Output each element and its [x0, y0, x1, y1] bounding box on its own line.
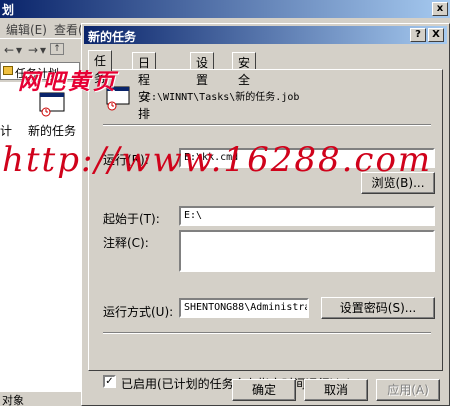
dialog-title: 新的任务	[88, 30, 137, 44]
set-password-button[interactable]: 设置密码(S)...	[321, 297, 435, 319]
task-file-path: C:\WINNT\Tasks\新的任务.job	[145, 92, 300, 103]
up-folder-icon[interactable]: ↑	[50, 43, 64, 55]
comment-label: 注释(C):	[103, 236, 149, 250]
status-text: 对象	[2, 394, 24, 406]
ok-button[interactable]: 确定	[232, 379, 296, 401]
dropdown-icon[interactable]: ▾	[16, 43, 22, 57]
run-as-label: 运行方式(U):	[103, 305, 174, 319]
task-properties-dialog: 新的任务 ? X 任务 日程安排 设置 安全 C:\WINNT\Tasks\新的…	[81, 23, 450, 406]
enabled-checkbox[interactable]: ✓	[103, 375, 116, 388]
start-in-input[interactable]: E:\	[179, 206, 435, 226]
list-item-left-label[interactable]: 计	[0, 122, 12, 139]
task-tab-panel: C:\WINNT\Tasks\新的任务.job 运行(R): E:\kk.cmd…	[88, 69, 443, 391]
cancel-button[interactable]: 取消	[304, 379, 368, 401]
tab-schedule[interactable]: 日程安排	[132, 52, 157, 121]
background-title-bar[interactable]: 划 x	[0, 0, 450, 18]
background-title: 划	[2, 3, 15, 17]
dialog-title-bar[interactable]: 新的任务 ? X	[84, 26, 447, 44]
comment-textarea[interactable]	[179, 230, 435, 272]
divider	[103, 124, 431, 126]
start-in-label: 起始于(T):	[103, 212, 160, 226]
watermark-url: http://www.16288.com	[2, 140, 433, 180]
apply-button[interactable]: 应用(A)	[376, 379, 440, 401]
folder-icon	[3, 66, 13, 75]
tab-security[interactable]: 安全	[232, 52, 257, 87]
background-close-icon[interactable]: x	[432, 2, 448, 16]
watermark-logo: 网吧黄页	[18, 70, 119, 95]
list-item-label[interactable]: 新的任务	[28, 122, 76, 139]
close-icon[interactable]: X	[428, 28, 444, 42]
forward-arrow-icon[interactable]: →	[28, 43, 38, 57]
menu-edit[interactable]: 编辑(E)	[6, 21, 47, 38]
divider-2	[103, 332, 431, 334]
help-icon[interactable]: ?	[410, 28, 426, 42]
tab-settings[interactable]: 设置	[190, 52, 215, 87]
dropdown-icon-2[interactable]: ▾	[40, 43, 46, 57]
back-arrow-icon[interactable]: ←	[4, 43, 14, 57]
run-as-input[interactable]: SHENTONG88\Administrat	[179, 298, 309, 318]
task-list: 新的任务 计	[0, 82, 82, 392]
